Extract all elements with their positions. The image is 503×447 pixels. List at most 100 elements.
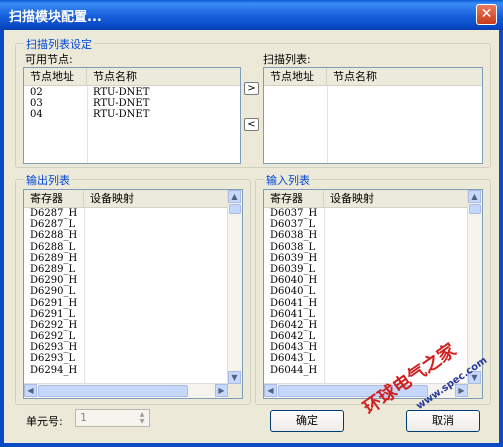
register-name: D6039_L bbox=[270, 263, 316, 275]
column-header[interactable]: 设备映射 bbox=[324, 190, 468, 207]
unit-number-stepper[interactable]: 1 ▲ ▼ bbox=[75, 409, 150, 427]
scroll-thumb[interactable] bbox=[469, 204, 481, 214]
column-header[interactable]: 寄存器 bbox=[24, 190, 84, 207]
input-list-group-label: 输入列表 bbox=[264, 172, 312, 188]
list-header: 寄存器 设备映射 bbox=[264, 190, 468, 208]
list-item[interactable]: 02 RTU-DNET bbox=[24, 87, 240, 98]
list-item[interactable]: D6290_L bbox=[24, 286, 228, 297]
spin-down-icon[interactable]: ▼ bbox=[136, 418, 148, 425]
scroll-down-icon[interactable]: ▼ bbox=[228, 371, 241, 384]
column-header[interactable]: 节点地址 bbox=[264, 68, 327, 85]
list-item[interactable]: D6041_H bbox=[264, 298, 468, 309]
list-item[interactable]: D6037_H bbox=[264, 208, 468, 219]
move-right-button[interactable]: > bbox=[244, 82, 259, 95]
scroll-left-icon[interactable]: ◀ bbox=[24, 384, 37, 397]
register-name: D6293_L bbox=[30, 353, 76, 365]
list-header: 节点地址 节点名称 bbox=[264, 68, 482, 86]
scan-list-label: 扫描列表: bbox=[263, 53, 311, 66]
scroll-up-icon[interactable]: ▲ bbox=[468, 190, 481, 203]
list-item[interactable]: D6040_H bbox=[264, 275, 468, 286]
output-list[interactable]: 寄存器 设备映射 D6287_H D6287_L D6288_H D6288_L D62… bbox=[23, 189, 243, 399]
list-item[interactable]: D6292_L bbox=[24, 331, 228, 342]
column-header[interactable]: 寄存器 bbox=[264, 190, 324, 207]
scroll-thumb[interactable] bbox=[38, 385, 188, 397]
list-item[interactable]: D6288_L bbox=[24, 242, 228, 253]
register-name: D6288_H bbox=[30, 230, 78, 242]
list-item[interactable]: D6042_H bbox=[264, 320, 468, 331]
list-item[interactable]: D6288_H bbox=[24, 230, 228, 241]
register-name: D6039_H bbox=[270, 252, 318, 264]
input-list[interactable]: 寄存器 设备映射 D6037_H D6037_L D6038_H D6038_L D60… bbox=[263, 189, 483, 399]
list-item[interactable]: 03 RTU-DNET bbox=[24, 98, 240, 109]
list-item[interactable]: D6289_H bbox=[24, 253, 228, 264]
node-address: 02 bbox=[30, 87, 43, 98]
node-name: RTU-DNET bbox=[93, 98, 150, 110]
register-name: D6043_L bbox=[270, 353, 316, 365]
list-item[interactable]: D6289_L bbox=[24, 264, 228, 275]
list-item[interactable]: D6037_L bbox=[264, 219, 468, 230]
register-name: D6042_H bbox=[270, 319, 318, 331]
scroll-up-icon[interactable]: ▲ bbox=[228, 190, 241, 203]
scroll-right-icon[interactable]: ▶ bbox=[215, 384, 228, 397]
register-name: D6291_L bbox=[30, 308, 76, 320]
chevron-left-icon: < bbox=[247, 119, 256, 130]
register-name: D6043_H bbox=[270, 342, 318, 354]
list-item[interactable]: D6038_H bbox=[264, 230, 468, 241]
register-name: D6287_H bbox=[30, 208, 78, 219]
scrollbar-corner bbox=[228, 384, 242, 398]
cancel-button-label: 取消 bbox=[432, 414, 454, 427]
close-button[interactable]: ✕ bbox=[476, 4, 497, 25]
scan-list[interactable]: 节点地址 节点名称 bbox=[263, 67, 483, 164]
register-name: D6040_H bbox=[270, 275, 318, 287]
unit-number-value: 1 bbox=[80, 411, 87, 424]
list-item[interactable]: D6038_L bbox=[264, 242, 468, 253]
column-header[interactable]: 设备映射 bbox=[84, 190, 228, 207]
list-item[interactable]: D6290_H bbox=[24, 275, 228, 286]
list-item[interactable]: D6291_H bbox=[24, 298, 228, 309]
vertical-scrollbar[interactable]: ▲ ▼ bbox=[467, 190, 482, 384]
list-item[interactable]: D6039_H bbox=[264, 253, 468, 264]
list-item[interactable]: D6293_L bbox=[24, 353, 228, 364]
list-item[interactable]: D6041_L bbox=[264, 309, 468, 320]
column-header[interactable]: 节点地址 bbox=[24, 68, 87, 85]
column-header[interactable]: 节点名称 bbox=[327, 68, 480, 85]
scroll-left-icon[interactable]: ◀ bbox=[264, 384, 277, 397]
ok-button-label: 确定 bbox=[296, 414, 318, 427]
register-name: D6292_H bbox=[30, 319, 78, 331]
available-nodes-list[interactable]: 节点地址 节点名称 02 RTU-DNET 03 RTU-DNET 04 RTU-DNET bbox=[23, 67, 241, 164]
list-item[interactable]: D6039_L bbox=[264, 264, 468, 275]
register-name: D6291_H bbox=[30, 297, 78, 309]
list-item[interactable]: D6293_H bbox=[24, 342, 228, 353]
list-item[interactable]: D6294_H bbox=[24, 365, 228, 376]
vertical-scrollbar[interactable]: ▲ ▼ bbox=[227, 190, 242, 384]
scan-list-group-label: 扫描列表设定 bbox=[24, 36, 94, 52]
available-nodes-label: 可用节点: bbox=[25, 53, 73, 66]
list-item[interactable]: D6040_L bbox=[264, 286, 468, 297]
register-name: D6289_L bbox=[30, 263, 76, 275]
register-name: D6037_L bbox=[270, 219, 316, 231]
cancel-button[interactable]: 取消 bbox=[406, 410, 480, 432]
ok-button[interactable]: 确定 bbox=[270, 410, 344, 432]
list-item[interactable]: D6291_L bbox=[24, 309, 228, 320]
register-name: D6037_H bbox=[270, 208, 318, 219]
node-name: RTU-DNET bbox=[93, 109, 150, 121]
list-item[interactable]: 04 RTU-DNET bbox=[24, 109, 240, 120]
horizontal-scrollbar[interactable]: ◀ ▶ bbox=[24, 383, 228, 398]
move-left-button[interactable]: < bbox=[244, 118, 259, 131]
list-item[interactable]: D6287_L bbox=[24, 219, 228, 230]
chevron-right-icon: > bbox=[247, 83, 256, 94]
node-address: 04 bbox=[30, 109, 43, 121]
scroll-thumb[interactable] bbox=[229, 204, 241, 214]
list-item[interactable]: D6292_H bbox=[24, 320, 228, 331]
spin-up-icon[interactable]: ▲ bbox=[136, 411, 148, 418]
register-name: D6040_L bbox=[270, 286, 316, 298]
column-header[interactable]: 节点名称 bbox=[87, 68, 237, 85]
list-header: 寄存器 设备映射 bbox=[24, 190, 228, 208]
register-name: D6041_H bbox=[270, 297, 318, 309]
node-address: 03 bbox=[30, 98, 43, 110]
node-name: RTU-DNET bbox=[93, 87, 150, 98]
title-bar[interactable]: 扫描模块配置... ✕ bbox=[0, 0, 503, 30]
list-item[interactable]: D6287_H bbox=[24, 208, 228, 219]
output-rows: D6287_H D6287_L D6288_H D6288_L D6289_H D6289… bbox=[24, 208, 228, 384]
register-name: D6290_H bbox=[30, 275, 78, 287]
